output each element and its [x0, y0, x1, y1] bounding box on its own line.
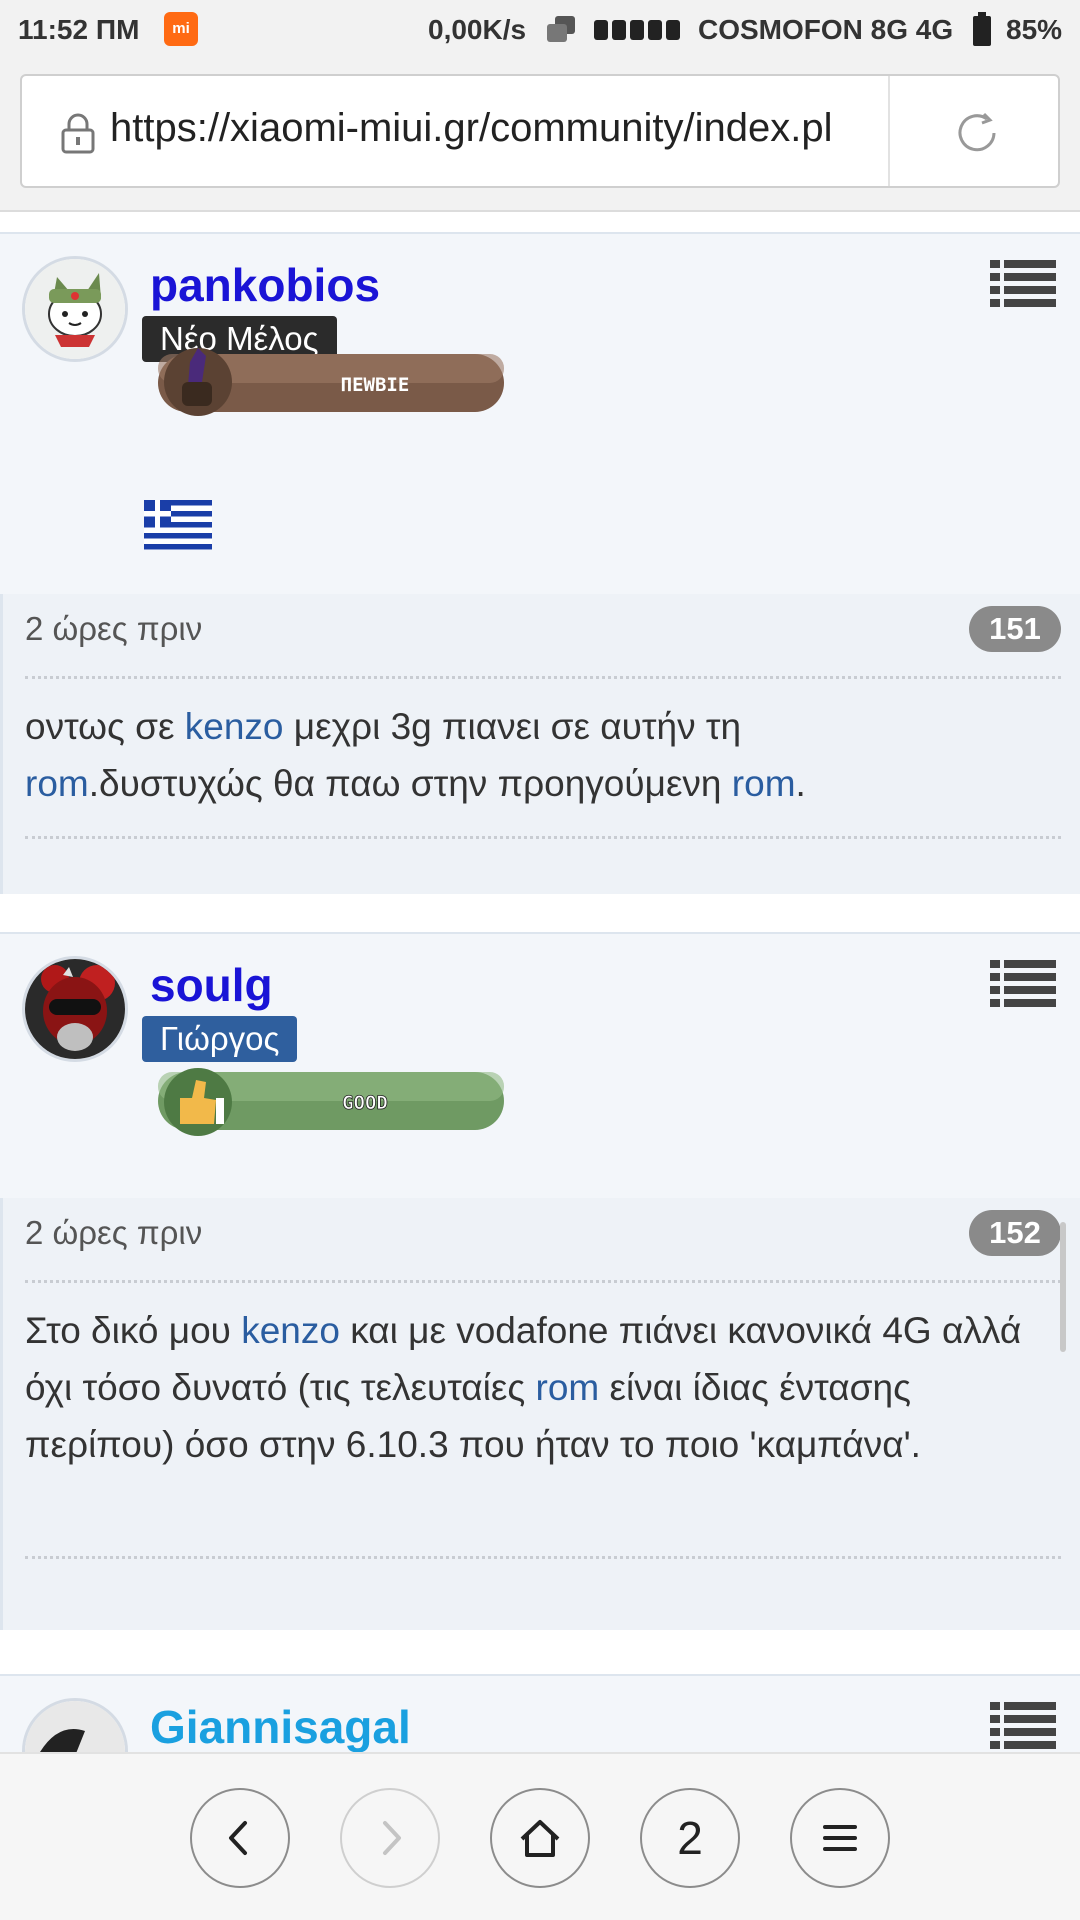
post-number-badge[interactable]: 151 — [969, 606, 1061, 652]
username[interactable]: pankobios — [150, 258, 380, 312]
post-menu-icon[interactable] — [990, 258, 1056, 308]
forum-post: pankobios Νέο Μέλος ΠΕWBIE 2 ώρες πριν 1… — [0, 232, 1080, 894]
keyword-link[interactable]: rom — [25, 763, 89, 804]
menu-button[interactable] — [790, 1788, 890, 1888]
keyword-link[interactable]: kenzo — [241, 1310, 340, 1351]
badge-label: GOOD — [342, 1092, 388, 1114]
post-text: Στο δικό μου kenzo και με vodafone πιάνε… — [25, 1302, 1061, 1473]
tabs-button[interactable]: 2 — [640, 1788, 740, 1888]
forum-post: soulg Γιώργος GOOD 2 ώρες πριν 152 Στο δ… — [0, 932, 1080, 1630]
divider — [25, 836, 1061, 839]
address-divider — [888, 76, 890, 186]
avatar[interactable] — [22, 956, 128, 1062]
user-avatar-icon — [25, 1701, 125, 1752]
post-time: 2 ώρες πριν — [25, 1214, 203, 1251]
battery-icon — [973, 12, 991, 46]
home-icon — [520, 1820, 560, 1857]
chevron-right-icon — [383, 1821, 401, 1855]
text-segment: . — [795, 763, 806, 804]
scrollbar[interactable] — [1060, 1222, 1066, 1352]
post-text: οντως σε kenzo μεχρι 3g πιανει σε αυτήν … — [25, 698, 1061, 812]
lock-icon — [61, 113, 95, 154]
post-menu-icon[interactable] — [990, 958, 1056, 1008]
browser-toolbar: https://xiaomi-miui.gr/community/index.p… — [0, 62, 1080, 212]
battery-percent: 85% — [1006, 14, 1063, 45]
signal-strength-icon — [594, 20, 680, 40]
status-bar: 11:52 ΠΜ mi 0,00K/s COSMOFON 8G 4G 85% — [0, 0, 1080, 62]
text-segment: οντως σε — [25, 706, 185, 747]
divider — [25, 1556, 1061, 1559]
reload-icon[interactable] — [954, 110, 1000, 156]
address-bar[interactable]: https://xiaomi-miui.gr/community/index.p… — [20, 74, 1060, 188]
browser-bottom-nav: 2 — [0, 1752, 1080, 1920]
forward-button[interactable] — [340, 1788, 440, 1888]
post-body: 2 ώρες πριν 152 Στο δικό μου kenzo και μ… — [0, 1198, 1080, 1630]
badge-label: ΠΕWBIE — [341, 374, 410, 396]
text-segment: Στο δικό μου — [25, 1310, 242, 1351]
status-time: 11:52 ΠΜ — [18, 14, 140, 45]
mi-bunny-avatar-icon — [25, 259, 125, 359]
divider — [25, 676, 1061, 679]
keyword-link[interactable]: rom — [732, 763, 796, 804]
newbie-award-badge: ΠΕWBIE — [158, 348, 504, 416]
back-button[interactable] — [190, 1788, 290, 1888]
thread-content: pankobios Νέο Μέλος ΠΕWBIE 2 ώρες πριν 1… — [0, 212, 1080, 1752]
text-segment: μεχρι 3g πιανει σε αυτήν τη — [283, 706, 742, 747]
chevron-left-icon — [229, 1821, 247, 1855]
keyword-link[interactable]: kenzo — [185, 706, 284, 747]
carrier-name: COSMOFON 8G 4G — [698, 14, 954, 45]
avatar[interactable] — [22, 256, 128, 362]
post-menu-icon[interactable] — [990, 1700, 1056, 1750]
helmet-avatar-icon — [25, 959, 125, 1059]
username[interactable]: Giannisagal — [150, 1700, 411, 1752]
forum-post: Giannisagal — [0, 1674, 1080, 1752]
good-award-badge: GOOD — [158, 1068, 504, 1136]
tab-count: 2 — [677, 1812, 703, 1864]
text-segment: .δυστυχώς θα παω στην προηγούμενη — [88, 763, 732, 804]
mi-app-icon: mi — [164, 12, 198, 46]
greece-flag-icon — [144, 500, 212, 550]
url-text[interactable]: https://xiaomi-miui.gr/community/index.p… — [110, 106, 888, 156]
home-button[interactable] — [490, 1788, 590, 1888]
username[interactable]: soulg — [150, 958, 273, 1012]
user-rank-badge: Γιώργος — [142, 1016, 298, 1062]
sim-icon — [547, 16, 575, 42]
post-number-badge[interactable]: 152 — [969, 1210, 1061, 1256]
divider — [25, 1280, 1061, 1283]
hamburger-menu-icon — [823, 1825, 857, 1851]
avatar[interactable] — [22, 1698, 128, 1752]
post-body: 2 ώρες πριν 151 οντως σε kenzo μεχρι 3g … — [0, 594, 1080, 894]
post-time: 2 ώρες πριν — [25, 610, 203, 647]
network-speed: 0,00K/s — [428, 14, 527, 45]
keyword-link[interactable]: rom — [536, 1367, 600, 1408]
